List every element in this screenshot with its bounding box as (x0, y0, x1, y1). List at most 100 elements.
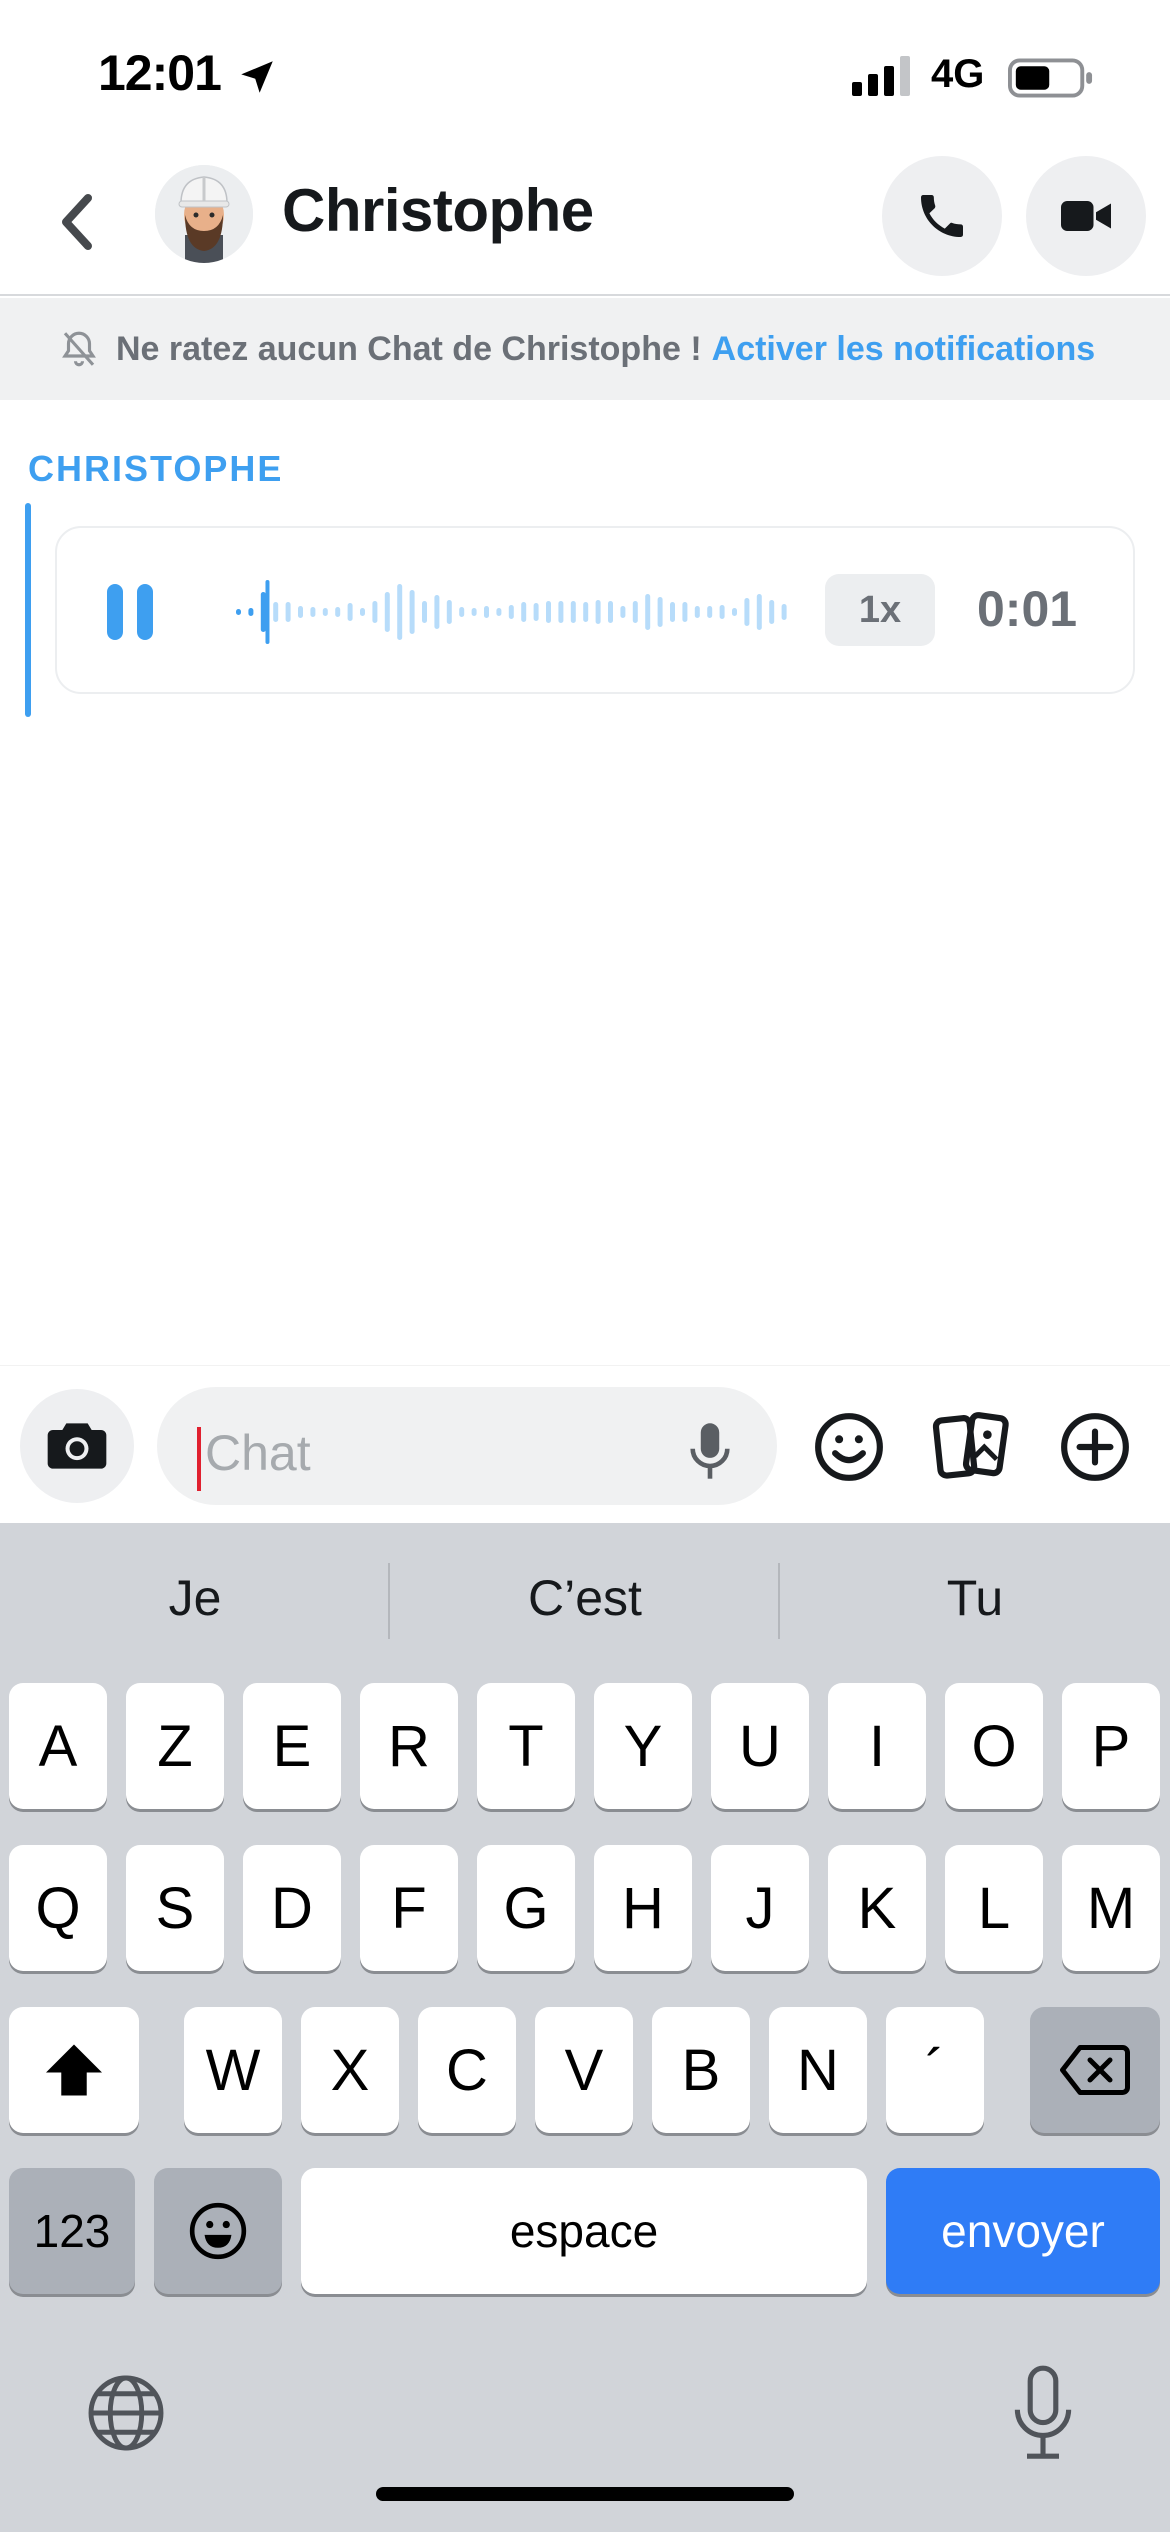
battery-icon (1008, 58, 1093, 98)
globe-icon[interactable] (84, 2371, 168, 2455)
waveform-bar (471, 608, 477, 616)
back-button[interactable] (48, 182, 108, 262)
backspace-key[interactable] (1030, 2007, 1160, 2133)
dictation-mic-icon[interactable] (1010, 2365, 1076, 2461)
key-l[interactable]: L (945, 1845, 1043, 1971)
waveform-bar (645, 594, 651, 630)
waveform-bar (310, 607, 316, 617)
voice-note-message[interactable]: 1x 0:01 (55, 526, 1135, 694)
shift-icon (46, 2044, 102, 2096)
waveform-bar (372, 601, 378, 623)
waveform-bar (744, 598, 750, 626)
status-time: 12:01 (98, 45, 222, 101)
waveform-bar (248, 608, 254, 616)
waveform-playhead[interactable] (265, 580, 270, 644)
key-n[interactable]: N (769, 2007, 867, 2133)
chat-header: Christophe (0, 150, 1170, 296)
sender-label: CHRISTOPHE (28, 448, 284, 489)
notification-text: Ne ratez aucun Chat de Christophe ! (116, 329, 702, 368)
emoji-icon (189, 2202, 247, 2260)
pause-icon-bar-right (137, 584, 153, 640)
key-a[interactable]: A (9, 1683, 107, 1809)
suggestion-2[interactable]: C’est (390, 1523, 780, 1673)
camera-icon (47, 1423, 107, 1469)
home-indicator[interactable] (376, 2487, 794, 2501)
key-r[interactable]: R (360, 1683, 458, 1809)
avatar[interactable] (155, 165, 253, 263)
key-g[interactable]: G (477, 1845, 575, 1971)
waveform-bar (533, 603, 539, 621)
shift-key[interactable] (9, 2007, 139, 2133)
waveform-bar (459, 607, 465, 617)
key-p[interactable]: P (1062, 1683, 1160, 1809)
key-v[interactable]: V (535, 2007, 633, 2133)
waveform-bar (446, 600, 452, 624)
video-call-button[interactable] (1026, 156, 1146, 276)
waveform-bar (434, 595, 440, 629)
location-arrow-icon (241, 61, 273, 93)
contact-name[interactable]: Christophe (282, 176, 594, 245)
waveform-bar (595, 600, 601, 624)
waveform-bar (298, 606, 303, 618)
waveform-bar (546, 601, 551, 623)
phone-icon (921, 195, 963, 237)
waveform[interactable] (232, 558, 812, 666)
waveform-bar (285, 602, 291, 622)
key-h[interactable]: H (594, 1845, 692, 1971)
camera-button[interactable] (20, 1389, 134, 1503)
emoji-key[interactable] (154, 2168, 282, 2294)
waveform-bar (422, 601, 427, 623)
waveform-bar (682, 602, 688, 622)
key-z[interactable]: Z (126, 1683, 224, 1809)
suggestion-bar: Je C’est Tu (0, 1523, 1170, 1673)
waveform-bar (769, 600, 775, 624)
key-i[interactable]: I (828, 1683, 926, 1809)
waveform-bar (558, 601, 564, 623)
waveform-bar (670, 602, 675, 622)
key-t[interactable]: T (477, 1683, 575, 1809)
key-o[interactable]: O (945, 1683, 1043, 1809)
voice-call-button[interactable] (882, 156, 1002, 276)
chat-input[interactable]: Chat (157, 1387, 777, 1505)
key-x[interactable]: X (301, 2007, 399, 2133)
numbers-key[interactable]: 123 (9, 2168, 135, 2294)
waveform-bar (496, 608, 502, 616)
bitmoji-avatar-icon (155, 165, 253, 263)
suggestion-1[interactable]: Je (0, 1523, 390, 1673)
message-accent-bar (25, 503, 31, 717)
key-k[interactable]: K (828, 1845, 926, 1971)
key-m[interactable]: M (1062, 1845, 1160, 1971)
suggestion-3[interactable]: Tu (780, 1523, 1170, 1673)
waveform-bar (632, 601, 638, 623)
back-chevron-icon (62, 194, 92, 250)
key-j[interactable]: J (711, 1845, 809, 1971)
waveform-bar (508, 605, 514, 619)
plus-circle-icon[interactable] (1058, 1410, 1132, 1484)
sticker-cards-icon[interactable] (932, 1410, 1012, 1484)
playback-speed-button[interactable]: 1x (825, 574, 935, 646)
key-b[interactable]: B (652, 2007, 750, 2133)
waveform-bar (719, 605, 725, 619)
microphone-icon[interactable] (685, 1421, 735, 1481)
key-q[interactable]: Q (9, 1845, 107, 1971)
key-e[interactable]: E (243, 1683, 341, 1809)
key-acute-accent[interactable]: ´ (886, 2007, 984, 2133)
waveform-bar (694, 606, 700, 618)
key-s[interactable]: S (126, 1845, 224, 1971)
key-f[interactable]: F (360, 1845, 458, 1971)
key-y[interactable]: Y (594, 1683, 692, 1809)
key-d[interactable]: D (243, 1845, 341, 1971)
smiley-icon[interactable] (812, 1410, 886, 1484)
enable-notifications-link[interactable]: Activer les notifications (712, 330, 1096, 369)
waveform-bar (521, 602, 527, 622)
voice-note-duration: 0:01 (977, 581, 1078, 637)
key-w[interactable]: W (184, 2007, 282, 2133)
waveform-bar (397, 584, 403, 640)
key-u[interactable]: U (711, 1683, 809, 1809)
network-label: 4G (931, 52, 985, 96)
send-key[interactable]: envoyer (886, 2168, 1160, 2294)
key-c[interactable]: C (418, 2007, 516, 2133)
space-key[interactable]: espace (301, 2168, 867, 2294)
pause-icon-bar-left (107, 584, 123, 640)
pause-button[interactable] (107, 584, 163, 640)
